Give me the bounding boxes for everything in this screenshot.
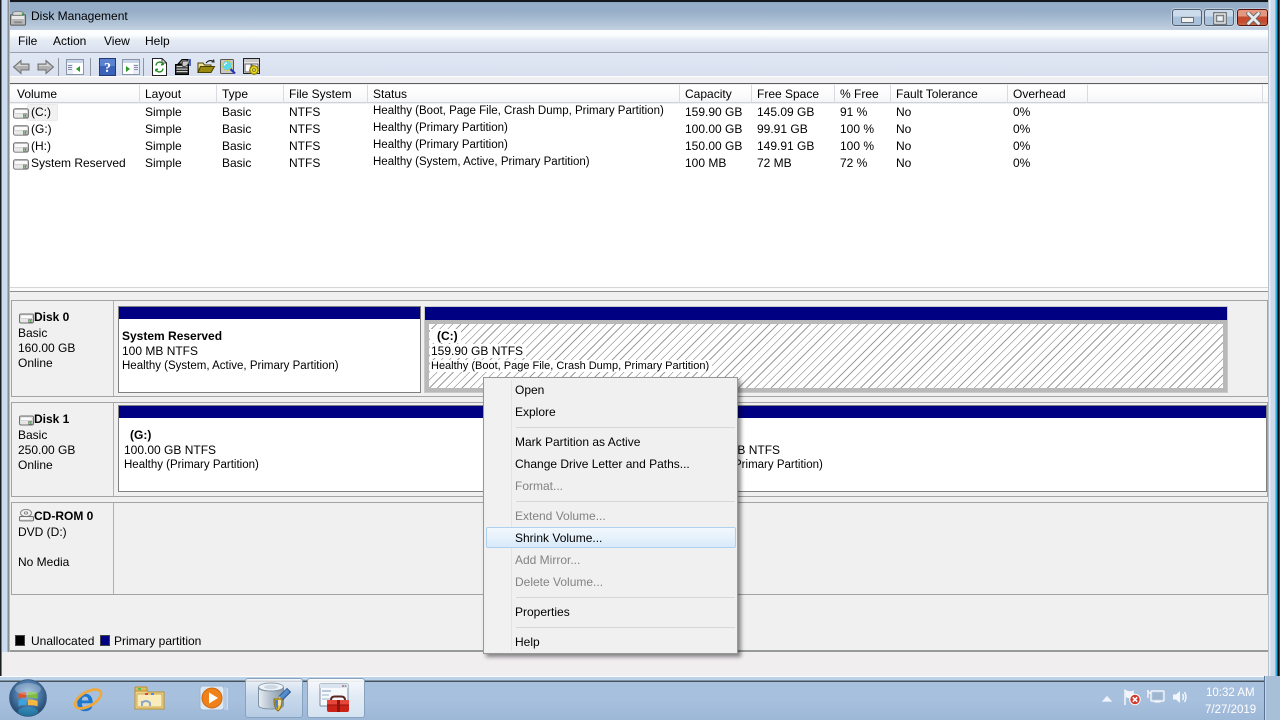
svg-text:?: ? bbox=[104, 61, 111, 76]
